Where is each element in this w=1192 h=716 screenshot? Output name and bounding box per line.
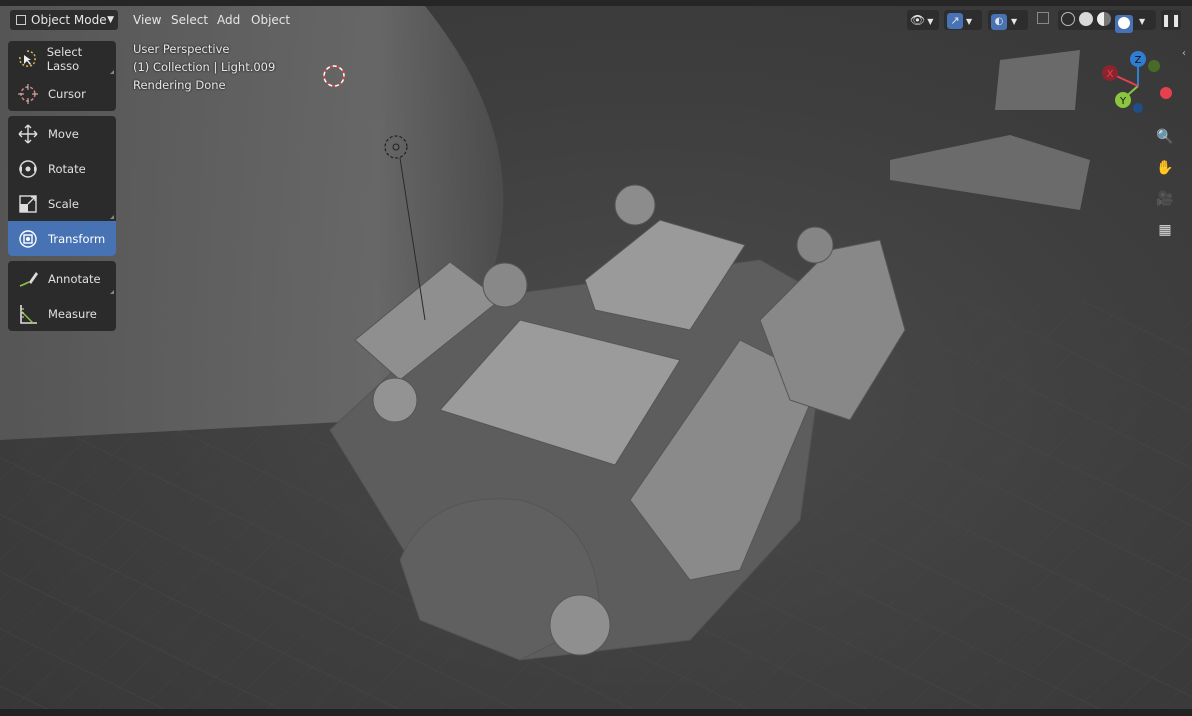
toolbar-group-annotate: Annotate Measure [8, 261, 116, 331]
rendered-shading-icon[interactable] [1115, 15, 1133, 33]
tool-select-lasso[interactable]: Select Lasso [8, 41, 116, 76]
grid-icon: ▦ [1158, 222, 1172, 238]
neg-z-axis-handle [1133, 103, 1143, 113]
view-perspective-label: User Perspective [133, 42, 230, 56]
eye-icon: 👁 [910, 13, 926, 27]
tool-label: Rotate [48, 161, 86, 176]
tool-rotate[interactable]: Rotate [8, 151, 116, 186]
overlays-icon: ◐ [991, 14, 1007, 30]
neg-x-axis-handle [1160, 87, 1172, 99]
overlays-toggle[interactable]: ◐ ▼ [988, 10, 1028, 30]
perspective-toggle-button[interactable]: ▦ [1153, 218, 1177, 242]
tool-label: Cursor [48, 86, 86, 101]
axis-navigation-gizmo[interactable]: Z Y X [1098, 46, 1178, 118]
wireframe-shading-icon[interactable] [1061, 12, 1075, 26]
camera-icon: 🎥 [1156, 191, 1174, 207]
active-collection-label: (1) Collection | Light.009 [133, 60, 276, 74]
mode-label: Object Mode [31, 13, 107, 27]
gizmo-toggle[interactable]: ↗ ▼ [944, 10, 982, 30]
chevron-down-icon: ▼ [927, 17, 934, 26]
annotate-icon [8, 268, 48, 290]
tool-measure[interactable]: Measure [8, 296, 116, 331]
xray-icon [1037, 12, 1049, 24]
cursor-icon [8, 83, 48, 105]
shading-switcher[interactable]: ▼ [1058, 10, 1156, 33]
viewport-header: Object Mode ▼ View Select Add Object 👁 ▼ … [0, 8, 1192, 33]
xray-toggle[interactable] [1035, 10, 1053, 30]
tool-transform[interactable]: Transform [8, 221, 116, 256]
mode-dropdown[interactable]: Object Mode ▼ [10, 10, 118, 30]
top-strip [0, 0, 1192, 6]
tool-label: Annotate [48, 271, 101, 286]
zoom-button[interactable]: 🔍 [1153, 125, 1177, 149]
tool-label: Scale [48, 196, 79, 211]
tool-label: Select Lasso [46, 44, 83, 73]
transform-icon [8, 228, 48, 250]
tool-label: Move [48, 126, 79, 141]
tool-move[interactable]: Move [8, 116, 116, 151]
chevron-down-icon: ▼ [1011, 17, 1018, 26]
menu-view[interactable]: View [127, 10, 167, 30]
tool-annotate[interactable]: Annotate [8, 261, 116, 296]
material-shading-icon[interactable] [1097, 12, 1111, 26]
3d-viewport[interactable]: Object Mode ▼ View Select Add Object 👁 ▼ … [0, 0, 1192, 716]
hand-icon: ✋ [1156, 160, 1174, 176]
pause-icon: ❚❚ [1161, 13, 1182, 27]
scale-icon [8, 193, 48, 215]
toolbar-group-select: Select Lasso Cursor [8, 41, 116, 111]
y-axis-label: Y [1119, 96, 1127, 107]
bottom-strip [0, 709, 1192, 716]
visibility-dropdown[interactable]: 👁 ▼ [907, 10, 939, 30]
neg-y-axis-handle [1148, 60, 1160, 72]
zoom-icon: 🔍 [1156, 129, 1174, 145]
pause-render-button[interactable]: ❚❚ [1161, 10, 1181, 30]
tool-cursor[interactable]: Cursor [8, 76, 116, 111]
menu-select[interactable]: Select [165, 10, 214, 30]
toolbar-group-transform: Move Rotate Scale Transform [8, 116, 116, 256]
chevron-down-icon: ▼ [966, 17, 973, 26]
scene-render [0, 0, 1192, 716]
chevron-down-icon: ▼ [1139, 17, 1146, 26]
rotate-icon [8, 158, 48, 180]
menu-object[interactable]: Object [245, 10, 296, 30]
solid-shading-icon[interactable] [1079, 12, 1093, 26]
pan-button[interactable]: ✋ [1153, 156, 1177, 180]
sidebar-toggle-icon[interactable]: ‹ [1182, 48, 1186, 59]
camera-view-button[interactable]: 🎥 [1153, 187, 1177, 211]
render-status-label: Rendering Done [133, 78, 226, 92]
tool-label: Transform [48, 231, 106, 246]
tool-label: Measure [48, 306, 97, 321]
x-axis-label: X [1107, 69, 1114, 80]
z-axis-label: Z [1135, 55, 1142, 66]
object-mode-icon [16, 15, 26, 25]
gizmo-icon: ↗ [947, 13, 963, 29]
move-icon [8, 123, 48, 145]
measure-icon [8, 303, 48, 325]
lasso-select-icon [8, 48, 47, 70]
chevron-down-icon: ▼ [107, 15, 114, 25]
tool-scale[interactable]: Scale [8, 186, 116, 221]
menu-add[interactable]: Add [211, 10, 246, 30]
